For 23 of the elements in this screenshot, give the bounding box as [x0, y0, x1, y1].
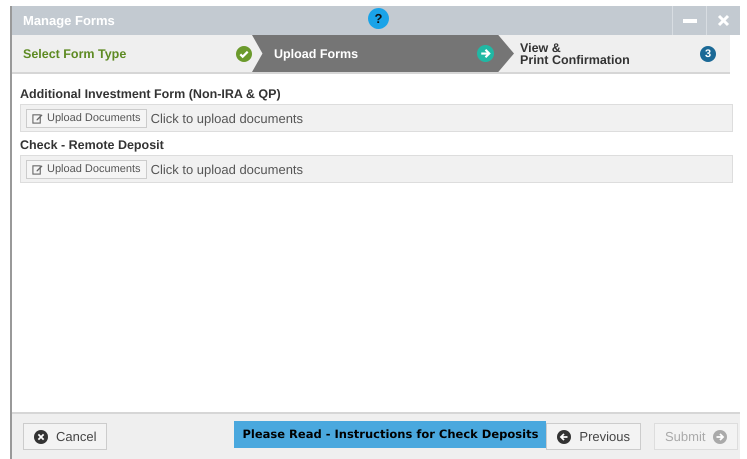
cancel-button[interactable]: Cancel [23, 423, 108, 450]
help-button[interactable]: ? [368, 8, 389, 29]
form-title: Check - Remote Deposit [20, 138, 165, 152]
upload-button[interactable]: Upload Documents [26, 108, 147, 128]
form-title: Additional Investment Form (Non-IRA & QP) [20, 87, 282, 101]
arrow-circle-icon [477, 45, 494, 62]
step-number: 3 [700, 46, 716, 62]
check-circle-icon [236, 46, 252, 62]
wizard-step: Upload Forms [252, 35, 514, 72]
instructions-link[interactable]: Please Read - Instructions for Check Deposits [234, 420, 546, 448]
arrow-left-circle-icon [557, 430, 572, 444]
window-title: Manage Forms [23, 13, 115, 28]
arrow-right-circle-icon [713, 430, 728, 444]
edit-icon [32, 164, 43, 174]
upload-button[interactable]: Upload Documents [26, 160, 147, 178]
upload-hint: Click to upload documents [150, 110, 304, 126]
upload-hint: Click to upload documents [150, 162, 304, 176]
close-icon [717, 14, 730, 27]
previous-button[interactable]: Previous [546, 423, 641, 450]
minimize-icon [682, 18, 696, 22]
close-circle-icon [34, 430, 48, 444]
edit-icon [32, 112, 43, 124]
wizard-step: View & Print Confirmation 3 [514, 35, 730, 72]
